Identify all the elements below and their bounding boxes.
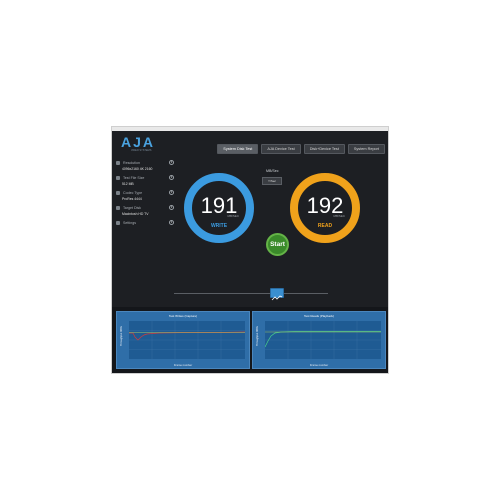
read-label: READ <box>317 223 333 229</box>
units-toggle-button[interactable]: Y/Sec <box>262 177 282 185</box>
read-unit: MB/SEC <box>333 214 345 218</box>
chevron-down-icon[interactable]: ▾ <box>169 175 174 180</box>
codec-label: Codec Type <box>123 190 143 195</box>
write-series-line <box>129 331 245 341</box>
units-label: MB/Sec <box>266 169 279 173</box>
settings-row[interactable]: Settings ▾ <box>116 219 174 226</box>
codec-icon <box>116 190 120 195</box>
read-chart-xlabel: Frame number <box>309 363 329 367</box>
resolution-value: 4096x2160 4K 2160 <box>122 167 153 171</box>
target-disk-row[interactable]: Target Disk ▾ <box>116 204 174 211</box>
chevron-down-icon[interactable]: ▾ <box>169 160 174 165</box>
write-chart-ylabel: Throughput MB/s <box>120 326 123 346</box>
file-size-label: Test File Size <box>123 175 145 180</box>
graph-toggle-handle[interactable] <box>270 288 284 301</box>
read-chart-ylabel: Throughput MB/s <box>256 326 259 346</box>
write-chart-xlabel: Frame number <box>173 363 193 367</box>
read-chart-plot <box>265 321 381 359</box>
app-window: AJA VIDEO SYSTEMS System Disk Test AJA D… <box>111 126 389 374</box>
chevron-down-icon[interactable]: ▾ <box>169 205 174 210</box>
read-series-line <box>265 331 381 348</box>
write-chart-grid <box>129 321 245 359</box>
graph-slider-track[interactable] <box>174 293 328 294</box>
codec-value: ProRes 4444 <box>122 197 142 201</box>
write-chart-panel: Test Writes (Capture) Throughput MB/s Fr… <box>116 311 250 369</box>
graph-icon <box>271 295 283 301</box>
settings-sidebar: Resolution ▾ 4096x2160 4K 2160 Test File… <box>116 157 174 226</box>
file-size-value: 512 MB <box>122 182 134 186</box>
resolution-row[interactable]: Resolution ▾ <box>116 159 174 166</box>
read-chart-panel: Test Reads (Playback) Throughput MB/s Fr… <box>252 311 386 369</box>
chevron-down-icon[interactable]: ▾ <box>169 190 174 195</box>
aja-logo: AJA VIDEO SYSTEMS <box>121 135 155 152</box>
read-chart-grid <box>265 321 381 359</box>
window-titlebar <box>112 127 388 131</box>
resolution-label: Resolution <box>123 160 140 165</box>
read-chart-svg <box>265 321 381 359</box>
file-size-row[interactable]: Test File Size ▾ <box>116 174 174 181</box>
tab-system-report[interactable]: System Report <box>347 144 385 154</box>
tab-disk-device-test[interactable]: Disk+Device Test <box>303 144 345 154</box>
codec-row[interactable]: Codec Type ▾ <box>116 189 174 196</box>
target-disk-label: Target Disk <box>123 205 141 210</box>
write-label: WRITE <box>210 223 228 229</box>
logo-text: AJA <box>121 134 156 150</box>
write-chart-title: Test Writes (Capture) <box>168 314 198 318</box>
tab-aja-device-test[interactable]: AJA Device Test <box>261 144 301 154</box>
write-gauge: 191 MB/SEC WRITE <box>184 173 254 243</box>
write-chart-svg <box>129 321 245 359</box>
read-chart-title: Test Reads (Playback) <box>303 314 334 318</box>
gear-icon <box>116 220 120 225</box>
target-disk-value: Macintosh HD TV <box>122 212 149 216</box>
disk-icon <box>116 205 120 210</box>
tab-bar: System Disk Test AJA Device Test Disk+De… <box>217 144 385 154</box>
start-button[interactable]: Start <box>266 233 289 256</box>
chevron-down-icon[interactable]: ▾ <box>169 220 174 225</box>
read-gauge: 192 MB/SEC READ <box>290 173 360 243</box>
resolution-icon <box>116 160 120 165</box>
write-chart-plot <box>129 321 245 359</box>
settings-label: Settings <box>123 220 136 225</box>
write-unit: MB/SEC <box>227 214 239 218</box>
file-icon <box>116 175 120 180</box>
tab-system-disk-test[interactable]: System Disk Test <box>217 144 259 154</box>
logo-subtitle: VIDEO SYSTEMS <box>131 149 152 152</box>
